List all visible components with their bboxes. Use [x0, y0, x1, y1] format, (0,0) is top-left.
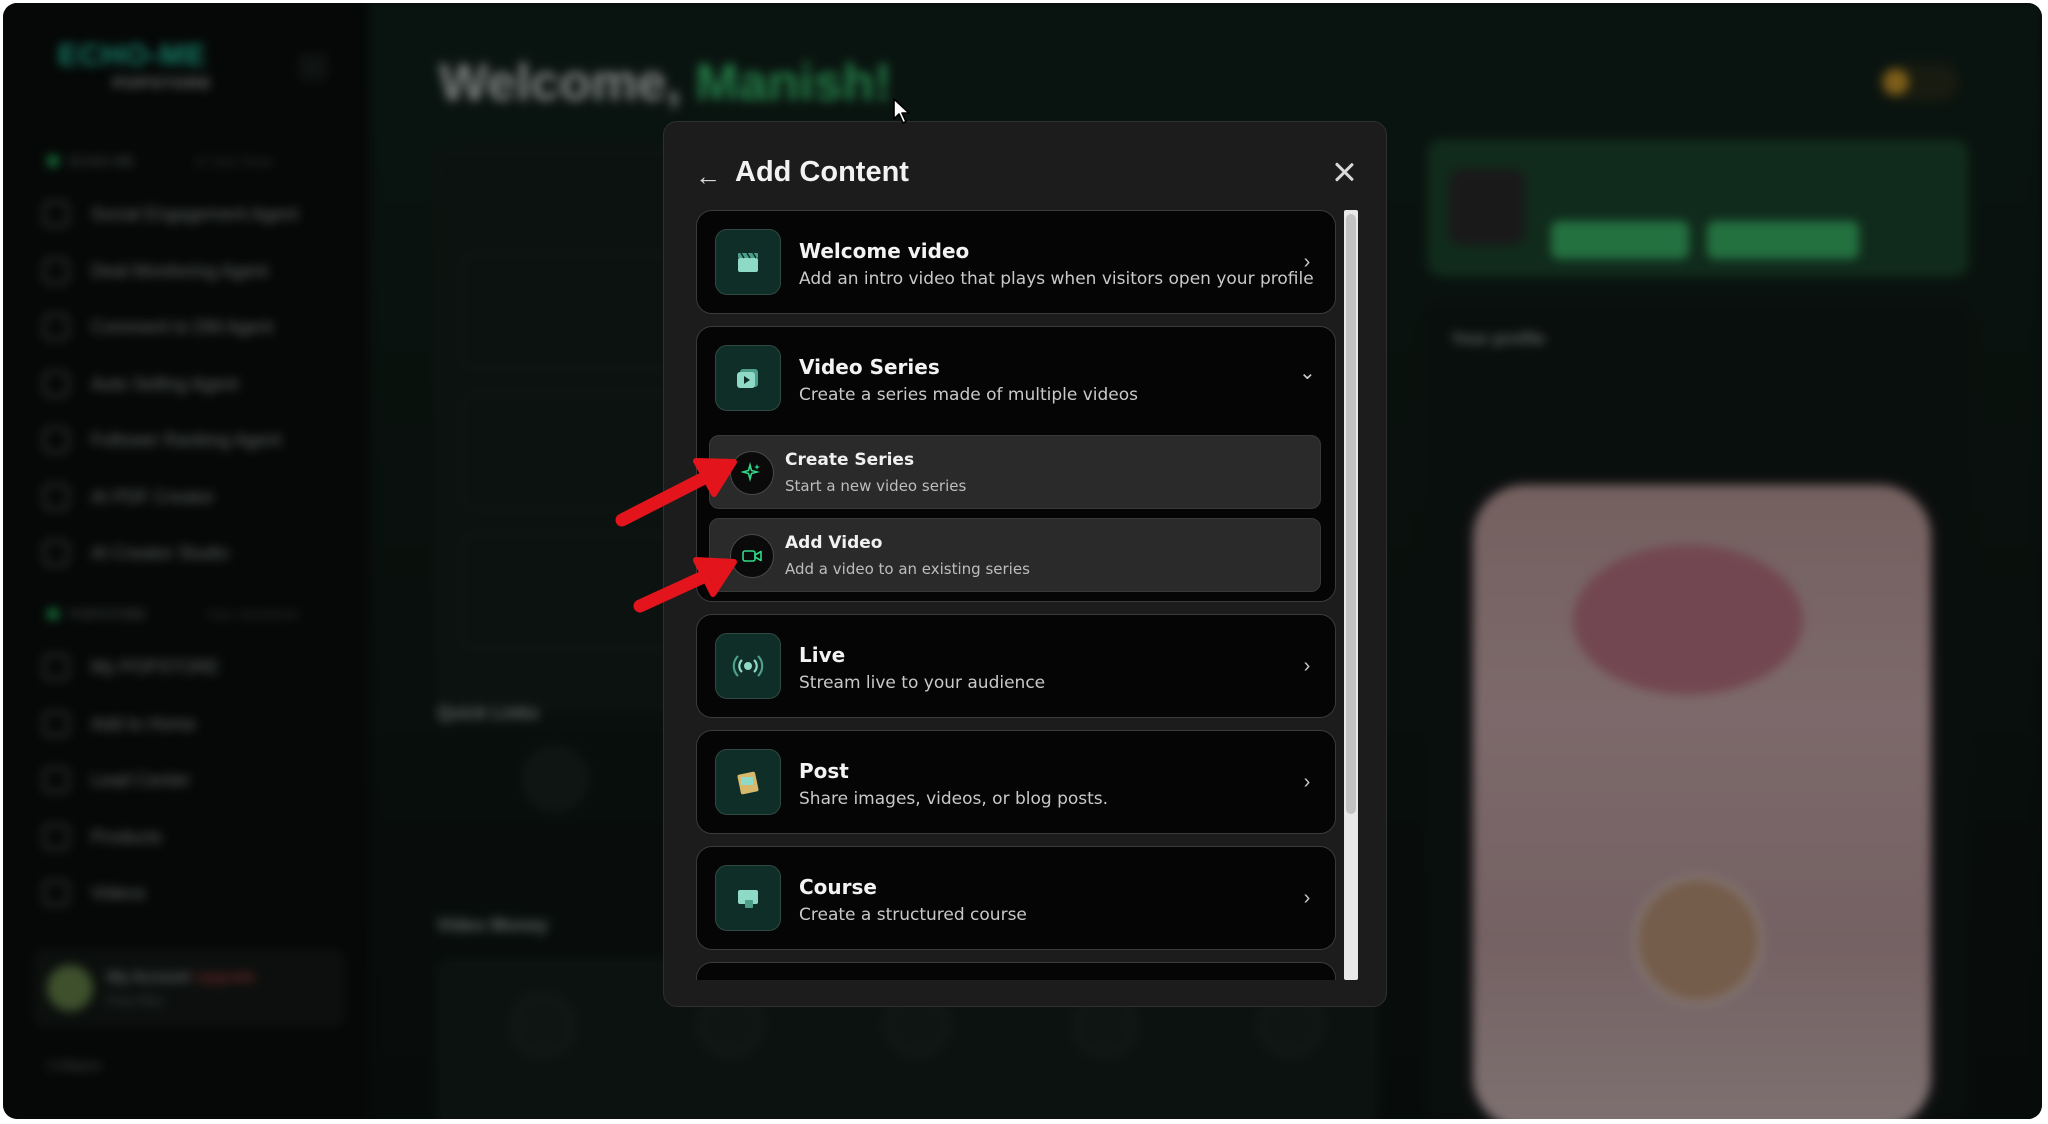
option-course[interactable]: Course Create a structured course ›: [696, 846, 1336, 950]
sub-option-title: Create Series: [785, 450, 915, 470]
option-desc: Share images, videos, or blog posts.: [799, 789, 1109, 809]
mouse-cursor-icon: [892, 97, 912, 130]
option-desc: Add an intro video that plays when visit…: [799, 269, 1314, 289]
scrollbar-thumb[interactable]: [1346, 214, 1356, 814]
chevron-right-icon: ›: [1303, 251, 1311, 273]
broadcast-icon: [715, 633, 781, 699]
chevron-down-icon: ⌄: [1299, 362, 1316, 384]
option-title: Course: [799, 875, 877, 899]
option-welcome-video[interactable]: Welcome video Add an intro video that pl…: [696, 210, 1336, 314]
sub-option-title: Add Video: [785, 533, 883, 553]
screenshot-frame: ECHO-ME POPSTORE ECHO ME AI Sub Tools So…: [0, 0, 2048, 1124]
close-icon[interactable]: [1328, 156, 1360, 188]
option-post[interactable]: Post Share images, videos, or blog posts…: [696, 730, 1336, 834]
option-desc: Stream live to your audience: [799, 673, 1046, 693]
clapperboard-icon: [715, 229, 781, 295]
option-title: Welcome video: [799, 239, 970, 263]
option-desc: Create a series made of multiple videos: [799, 385, 1138, 405]
option-title: Post: [799, 759, 849, 783]
modal-title: Add Content: [735, 156, 909, 188]
app-window: ECHO-ME POPSTORE ECHO ME AI Sub Tools So…: [3, 3, 2042, 1119]
post-icon: [715, 749, 781, 815]
option-next-partial[interactable]: [696, 962, 1336, 980]
option-title: Video Series: [799, 355, 940, 379]
arrow-left-icon[interactable]: ←: [694, 162, 722, 190]
option-live[interactable]: Live Stream live to your audience ›: [696, 614, 1336, 718]
sparkle-icon: [730, 451, 774, 495]
sub-option-desc: Add a video to an existing series: [785, 560, 1030, 578]
video-series-icon: [715, 345, 781, 411]
add-content-modal: ← Add Content Welcome video Add an intro…: [663, 121, 1387, 1007]
option-desc: Create a structured course: [799, 905, 1027, 925]
content-options-list: Welcome video Add an intro video that pl…: [696, 210, 1336, 980]
video-camera-icon: [730, 534, 774, 578]
scrollbar[interactable]: [1344, 210, 1358, 980]
course-icon: [715, 865, 781, 931]
option-title: Live: [799, 643, 846, 667]
chevron-right-icon: ›: [1303, 655, 1311, 677]
chevron-right-icon: ›: [1303, 771, 1311, 793]
option-video-series[interactable]: Video Series Create a series made of mul…: [696, 326, 1336, 602]
sub-option-desc: Start a new video series: [785, 477, 967, 495]
sub-option-create-series[interactable]: Create Series Start a new video series: [709, 435, 1321, 509]
chevron-right-icon: ›: [1303, 887, 1311, 909]
sub-option-add-video[interactable]: Add Video Add a video to an existing ser…: [709, 518, 1321, 592]
